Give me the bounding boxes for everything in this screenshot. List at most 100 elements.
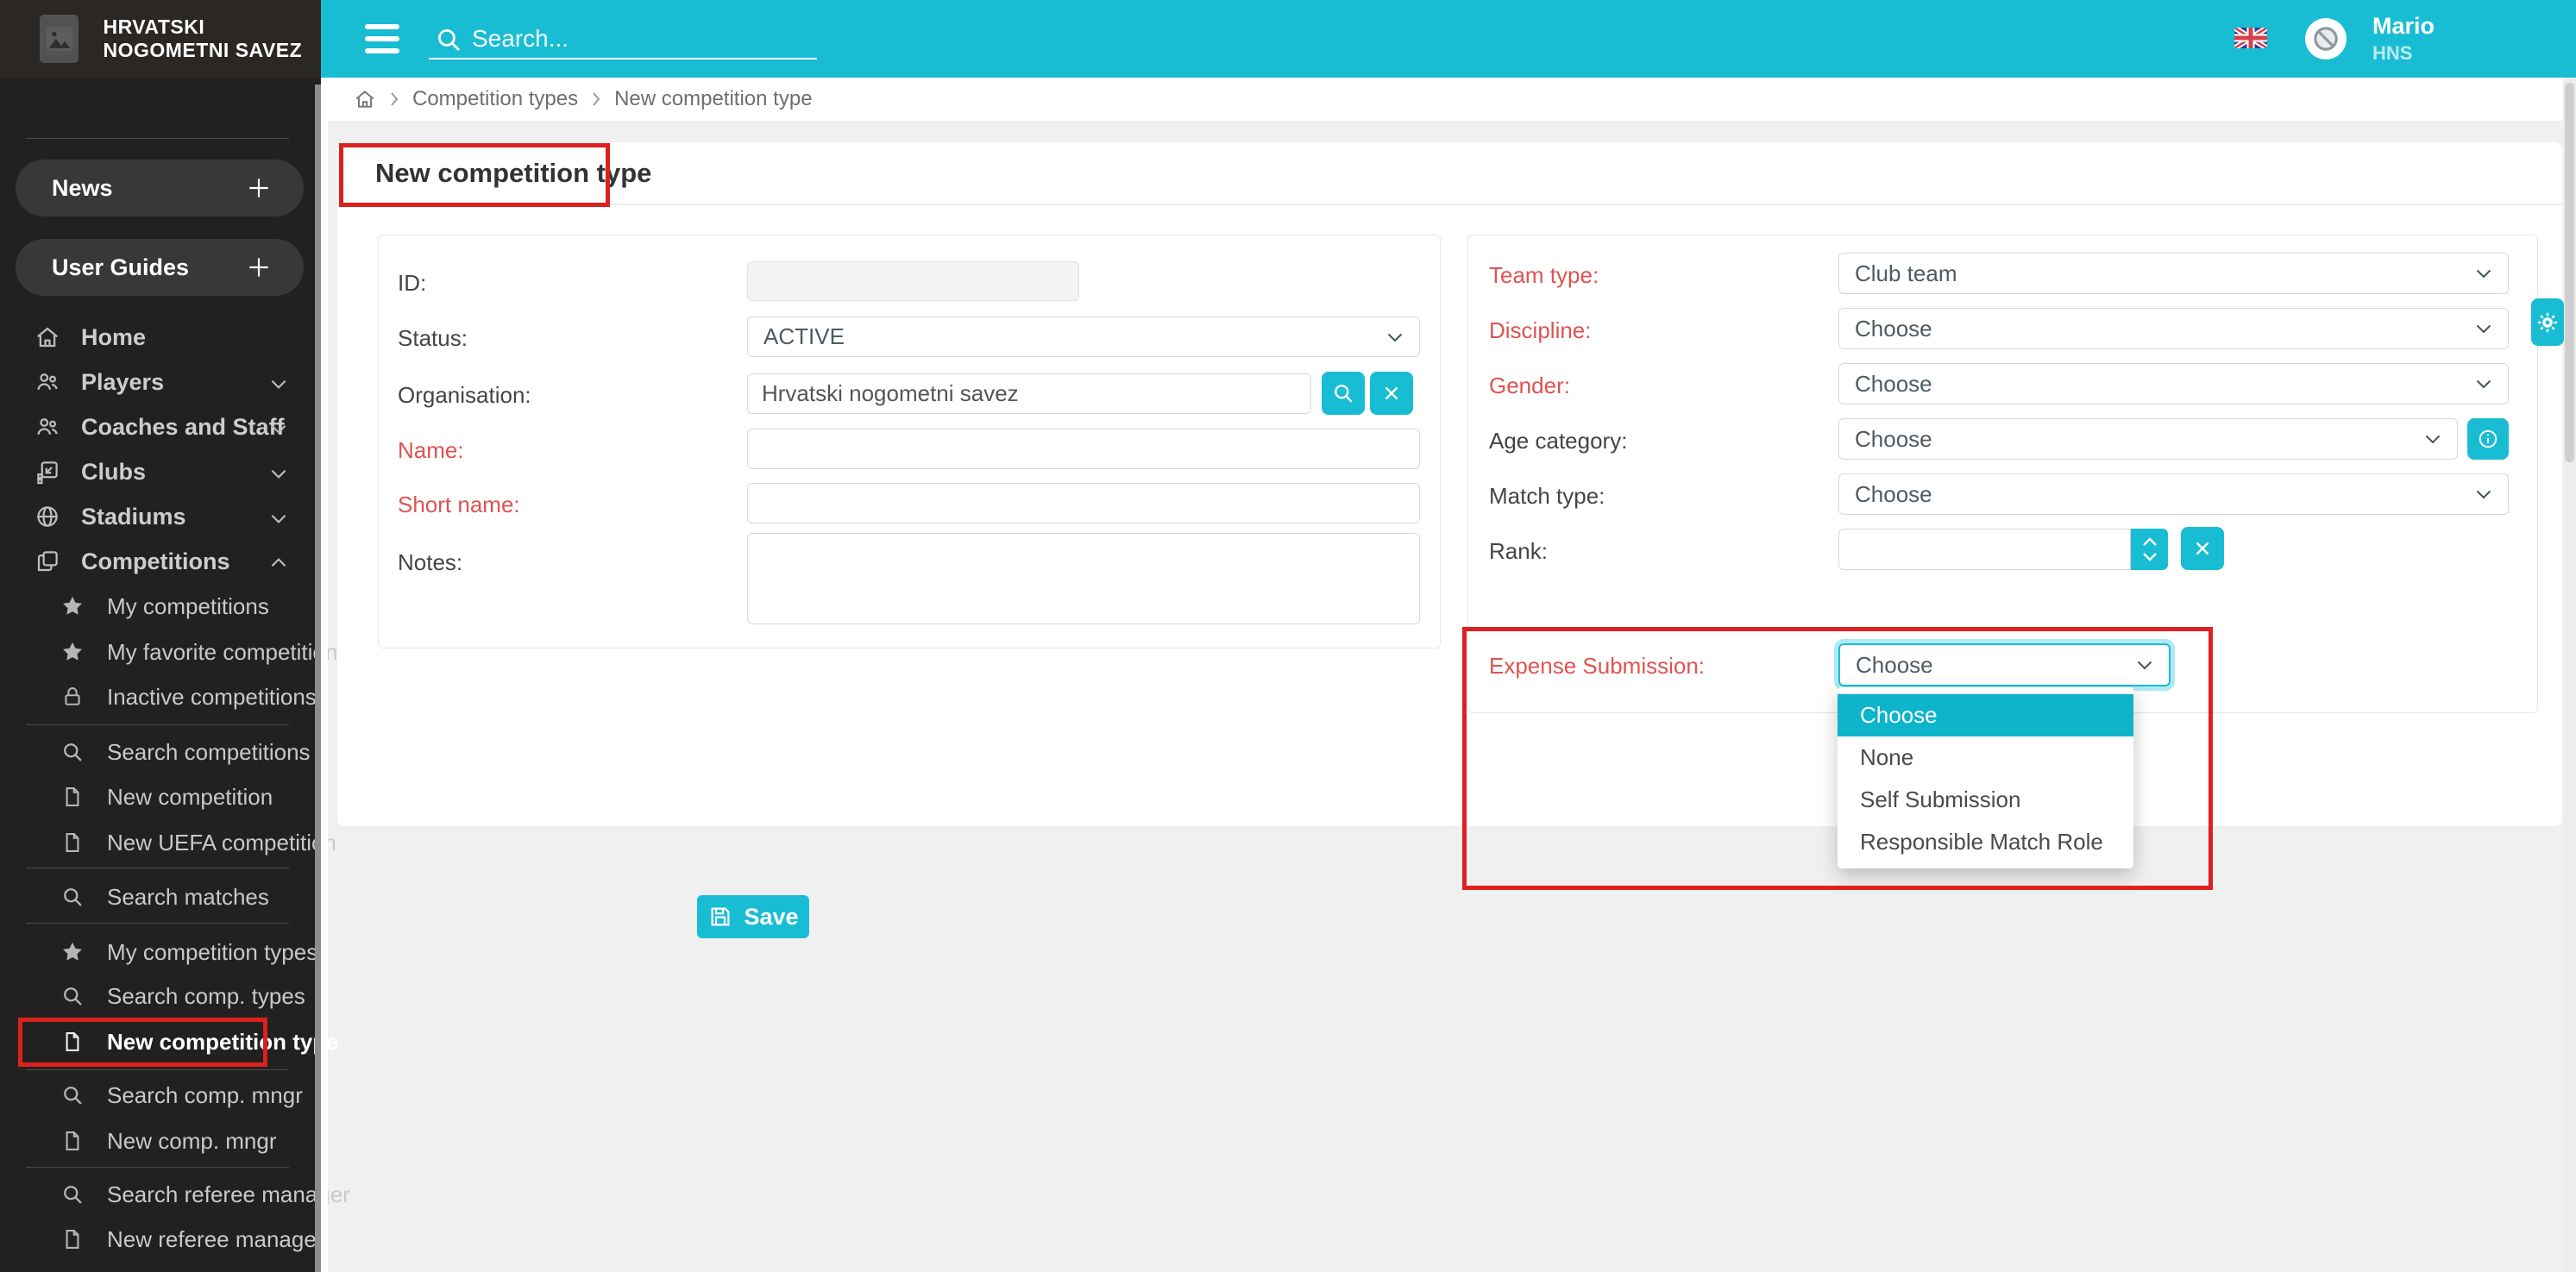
sidebar-item-my-competitions[interactable]: My competitions <box>0 584 314 629</box>
age-category-select[interactable]: Choose <box>1838 418 2458 460</box>
sidebar-item-players[interactable]: Players <box>0 360 314 404</box>
dropdown-option-choose[interactable]: Choose <box>1838 694 2133 736</box>
name-label: Name: <box>398 437 464 464</box>
clubs-icon <box>35 459 60 485</box>
name-field[interactable] <box>747 429 1420 469</box>
search-icon <box>60 885 85 909</box>
close-icon <box>1380 382 1403 404</box>
sidebar-item-competitions[interactable]: Competitions <box>0 539 314 584</box>
expense-submission-select[interactable]: Choose <box>1838 643 2171 686</box>
sidebar-divider <box>26 1167 289 1168</box>
uk-flag-icon[interactable] <box>2234 28 2267 48</box>
organisation-search-button[interactable] <box>1322 372 1365 415</box>
hamburger-icon[interactable] <box>365 24 399 53</box>
save-button[interactable]: Save <box>697 895 809 938</box>
age-category-info-button[interactable] <box>2467 418 2509 460</box>
sidebar-item-search-referee-manager[interactable]: Search referee manager <box>0 1172 314 1217</box>
sidebar-item-new-referee-manager[interactable]: New referee manager <box>0 1217 314 1262</box>
sidebar-item-new-comp-mngr[interactable]: New comp. mngr <box>0 1118 314 1163</box>
search-input[interactable] <box>470 21 814 57</box>
plus-icon[interactable] <box>245 174 273 202</box>
chevron-right-icon <box>590 91 602 108</box>
sidebar-item-search-comp-types[interactable]: Search comp. types <box>0 974 314 1018</box>
sidebar-item-my-competition-types[interactable]: My competition types <box>0 930 314 974</box>
organisation-field[interactable] <box>747 373 1311 414</box>
avatar[interactable] <box>2305 18 2347 60</box>
lock-icon <box>60 685 85 709</box>
competitions-icon <box>35 548 60 574</box>
sidebar-item-new-competition-type[interactable]: New competition type <box>0 1019 314 1064</box>
app-screen: HRVATSKI NOGOMETNI SAVEZ News User Guide… <box>0 0 2576 1272</box>
sidebar-divider <box>26 138 289 139</box>
page-title: New competition type <box>375 158 651 189</box>
stadium-icon <box>35 504 60 529</box>
rank-stepper[interactable] <box>2131 529 2168 570</box>
sidebar-scrollbar[interactable] <box>315 85 321 1272</box>
age-category-label: Age category: <box>1489 428 1627 454</box>
chevron-down-icon <box>267 373 290 395</box>
rank-field[interactable] <box>1838 529 2131 570</box>
settings-button[interactable] <box>2531 298 2564 346</box>
sidebar: HRVATSKI NOGOMETNI SAVEZ News User Guide… <box>0 0 321 1272</box>
news-label: News <box>52 175 113 202</box>
organisation-clear-button[interactable] <box>1370 372 1413 415</box>
sidebar-item-search-comp-mngr[interactable]: Search comp. mngr <box>0 1073 314 1118</box>
search-icon <box>60 984 85 1008</box>
org-logo <box>40 15 79 63</box>
breadcrumb: Competition types New competition type <box>321 78 2576 121</box>
file-icon <box>60 830 85 855</box>
chevron-down-icon <box>2473 263 2494 284</box>
gender-select[interactable]: Choose <box>1838 363 2509 404</box>
sidebar-news-button[interactable]: News <box>16 160 304 216</box>
team-type-select[interactable]: Club team <box>1838 253 2509 294</box>
notes-field[interactable] <box>747 533 1420 624</box>
chevron-down-icon <box>2473 318 2494 339</box>
dropdown-option-self-submission[interactable]: Self Submission <box>1838 779 2133 821</box>
organisation-label: Organisation: <box>398 382 531 409</box>
sidebar-item-search-competitions[interactable]: Search competitions <box>0 730 314 774</box>
sidebar-item-search-matches[interactable]: Search matches <box>0 874 314 919</box>
search-icon <box>434 25 463 54</box>
page-scrollbar-thumb[interactable] <box>2565 83 2574 462</box>
sidebar-gutter <box>321 78 328 1272</box>
sidebar-item-new-uefa-competition[interactable]: New UEFA competition <box>0 820 314 865</box>
breadcrumb-competition-types[interactable]: Competition types <box>412 87 578 111</box>
rank-clear-button[interactable] <box>2181 527 2224 570</box>
breadcrumb-new-competition-type: New competition type <box>614 87 812 111</box>
home-icon[interactable] <box>354 88 376 110</box>
chevron-right-icon <box>388 91 400 108</box>
chevron-down-icon <box>2142 552 2158 562</box>
user-name[interactable]: Mario <box>2372 13 2435 40</box>
type-details-card: Team type: Club team Discipline: Choose … <box>1467 235 2538 713</box>
match-type-select[interactable]: Choose <box>1838 473 2509 515</box>
sidebar-item-my-favorite-competitions[interactable]: My favorite competitions <box>0 630 314 674</box>
sidebar-item-new-competition[interactable]: New competition <box>0 774 314 819</box>
gear-icon <box>2536 310 2559 335</box>
chevron-down-icon <box>267 417 290 440</box>
chevron-up-icon <box>267 552 290 574</box>
sidebar-item-stadiums[interactable]: Stadiums <box>0 494 314 539</box>
status-select[interactable]: ACTIVE <box>747 316 1420 357</box>
page-title-bar: New competition type <box>337 142 2562 205</box>
dropdown-option-none[interactable]: None <box>1838 736 2133 779</box>
dropdown-option-responsible-match-role[interactable]: Responsible Match Role <box>1838 821 2133 863</box>
close-icon <box>2191 537 2214 560</box>
sidebar-item-coaches-and-staff[interactable]: Coaches and Staff <box>0 404 314 449</box>
sidebar-user-guides-button[interactable]: User Guides <box>16 239 304 296</box>
sidebar-item-inactive-competitions[interactable]: Inactive competitions <box>0 674 314 719</box>
short-name-field[interactable] <box>747 483 1420 523</box>
search-icon <box>60 1182 85 1206</box>
plus-icon[interactable] <box>245 254 273 281</box>
match-type-label: Match type: <box>1489 483 1605 510</box>
players-icon <box>35 369 60 395</box>
home-icon <box>35 324 60 350</box>
prohibition-icon <box>2311 24 2340 53</box>
file-icon <box>60 1030 85 1054</box>
coaches-icon <box>35 414 60 440</box>
discipline-select[interactable]: Choose <box>1838 308 2509 349</box>
chevron-down-icon <box>2473 484 2494 504</box>
sidebar-item-home[interactable]: Home <box>0 315 314 360</box>
chevron-down-icon <box>267 507 290 529</box>
sidebar-item-clubs[interactable]: Clubs <box>0 449 314 494</box>
status-label: Status: <box>398 325 468 352</box>
